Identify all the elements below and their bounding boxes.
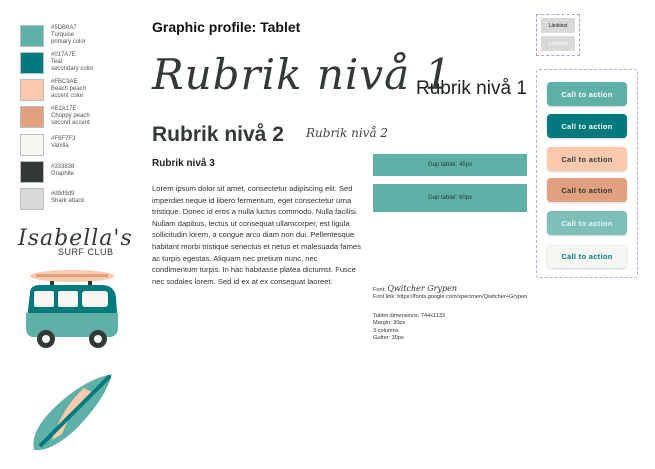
dimensions-line: Tablet dimensions: 744x1133 bbox=[373, 313, 446, 319]
gutter-line: Gutter: 30px bbox=[373, 335, 404, 342]
cta-button-beach-peach[interactable]: Call to action bbox=[547, 147, 627, 171]
cta-button-choppy-peach[interactable]: Call to action bbox=[547, 178, 627, 202]
van-illustration bbox=[26, 270, 118, 348]
swatch-teal bbox=[20, 52, 44, 74]
van-surfboard-stripe bbox=[36, 274, 108, 277]
swatch-label-teal: #017A7E Teal secondary color bbox=[51, 52, 94, 72]
font-info: Font: Qwitcher Grypen Font link: https:/… bbox=[373, 285, 527, 302]
van-window-3 bbox=[82, 291, 108, 307]
van-hub-front bbox=[42, 335, 50, 343]
swatch-beach-peach bbox=[20, 79, 44, 101]
van-hub-rear bbox=[94, 335, 102, 343]
van-window-2 bbox=[58, 291, 78, 307]
swatch-vanilla bbox=[20, 134, 44, 156]
surfboard-center-line bbox=[38, 374, 112, 448]
heading-1: Rubrik nivå 1 bbox=[416, 78, 527, 99]
swatch-label-graphite: #333838 Graphite bbox=[51, 164, 75, 177]
gap-label-60: Gap tablet: 60px bbox=[427, 195, 473, 201]
swatch-graphite bbox=[20, 161, 44, 183]
swatch-label-turquise: #5DB0A7 Turquise primary color bbox=[51, 25, 86, 45]
swatch-label-choppy-peach: #E2A17E Choppy peach second accent bbox=[51, 106, 90, 126]
surfboard-illustration bbox=[33, 374, 112, 451]
swatch-choppy-peach bbox=[20, 106, 44, 128]
heading-2-script: Rubrik nivå 2 bbox=[306, 126, 389, 140]
font-name: Qwitcher Grypen bbox=[387, 284, 457, 293]
gap-label-45: Gap tablet: 45px bbox=[427, 162, 473, 168]
cta-component: Call to action Call to action Call to ac… bbox=[536, 69, 638, 278]
linktext-default[interactable]: Länktext bbox=[541, 18, 575, 33]
van-window-1 bbox=[34, 291, 54, 307]
cta-button-light-turquise[interactable]: Call to action bbox=[547, 211, 627, 235]
logo-subtitle: SURF CLUB bbox=[58, 247, 114, 257]
swatch-label-vanilla: #F6F7F3 Vanilla bbox=[51, 136, 76, 149]
swatch-shark-attack bbox=[20, 188, 44, 210]
font-label: Font: bbox=[373, 287, 386, 293]
heading-1-script: Rubrik nivå 1 bbox=[152, 50, 453, 99]
linktext-hover[interactable]: Länktext bbox=[541, 36, 575, 51]
heading-2: Rubrik nivå 2 bbox=[152, 123, 284, 146]
gap-box-60: Gap tablet: 60px bbox=[373, 184, 527, 212]
gap-box-45: Gap tablet: 45px bbox=[373, 154, 527, 176]
body-text: Lorem ipsum dolor sit amet, consectetur … bbox=[152, 184, 361, 286]
linktext-component: Länktext Länktext bbox=[536, 14, 580, 56]
columns-line: 3 columns bbox=[373, 327, 399, 334]
cta-button-vanilla[interactable]: Call to action bbox=[547, 244, 627, 268]
cta-button-turquise[interactable]: Call to action bbox=[547, 82, 627, 106]
cta-button-teal[interactable]: Call to action bbox=[547, 114, 627, 138]
margin-line: Margin: 30px bbox=[373, 320, 406, 327]
page-title: Graphic profile: Tablet bbox=[152, 19, 301, 35]
swatch-turquise bbox=[20, 25, 44, 47]
font-link[interactable]: Font link: https://fonts.google.com/spec… bbox=[373, 294, 527, 301]
swatch-label-shark-attack: #d9d9d9 Shark attack bbox=[51, 191, 85, 204]
swatch-label-beach-peach: #FBC9AE Beach peach accent color bbox=[51, 79, 87, 99]
heading-3: Rubrik nivå 3 bbox=[152, 158, 215, 169]
dimensions-info: Tablet dimensions: 744x1133 Margin: 30px… bbox=[373, 313, 445, 343]
